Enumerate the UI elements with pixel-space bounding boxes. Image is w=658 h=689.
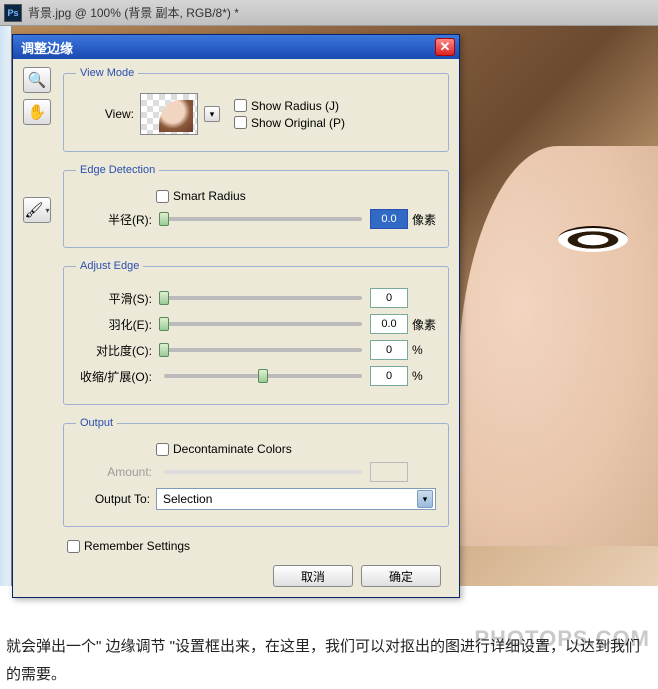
edge-detection-legend: Edge Detection xyxy=(76,164,159,176)
edge-detection-group: Edge Detection Smart Radius 半径(R): 像素 xyxy=(63,164,449,248)
close-button[interactable]: ✕ xyxy=(435,38,455,56)
output-to-value: Selection xyxy=(163,492,212,506)
adjust-edge-legend: Adjust Edge xyxy=(76,260,143,272)
amount-slider xyxy=(164,470,362,474)
contrast-slider[interactable] xyxy=(164,348,362,352)
output-to-label: Output To: xyxy=(76,492,156,506)
radius-label: 半径(R): xyxy=(76,211,156,228)
output-group: Output Decontaminate Colors Amount: Outp… xyxy=(63,417,449,527)
smooth-label: 平滑(S): xyxy=(76,290,156,307)
feather-unit: 像素 xyxy=(408,316,436,333)
shift-thumb[interactable] xyxy=(258,369,268,383)
show-original-label: Show Original (P) xyxy=(251,116,345,130)
chevron-down-icon[interactable]: ▾ xyxy=(417,490,433,508)
document-title: 背景.jpg @ 100% (背景 副本, RGB/8*) * xyxy=(28,4,239,21)
smart-radius-input[interactable] xyxy=(156,190,169,203)
decontaminate-checkbox[interactable]: Decontaminate Colors xyxy=(156,442,436,456)
radius-slider-thumb[interactable] xyxy=(159,212,169,226)
shift-input[interactable] xyxy=(370,366,408,386)
remember-label: Remember Settings xyxy=(84,539,190,553)
shift-label: 收缩/扩展(O): xyxy=(76,368,156,385)
smooth-slider[interactable] xyxy=(164,296,362,300)
canvas-edge xyxy=(0,26,12,586)
view-label: View: xyxy=(76,107,140,121)
show-radius-input[interactable] xyxy=(234,99,247,112)
feather-label: 羽化(E): xyxy=(76,316,156,333)
shift-slider[interactable] xyxy=(164,374,362,378)
radius-slider[interactable] xyxy=(164,217,362,221)
output-legend: Output xyxy=(76,417,117,429)
app-titlebar: Ps 背景.jpg @ 100% (背景 副本, RGB/8*) * xyxy=(0,0,658,26)
cancel-button[interactable]: 取消 xyxy=(273,565,353,587)
show-original-input[interactable] xyxy=(234,116,247,129)
smooth-thumb[interactable] xyxy=(159,291,169,305)
caption-text: 就会弹出一个" 边缘调节 "设置框出来，在这里，我们可以对抠出的图进行详细设置，… xyxy=(6,633,652,689)
face-region xyxy=(458,146,658,546)
remember-settings-checkbox[interactable]: Remember Settings xyxy=(63,539,449,553)
view-mode-legend: View Mode xyxy=(76,67,138,79)
refine-edge-dialog: 调整边缘 ✕ 🔍 ✋ 🖌▾ View Mode View: ▾ Show Rad… xyxy=(12,34,460,598)
refine-brush-button[interactable]: 🖌▾ xyxy=(23,197,51,223)
decontaminate-label: Decontaminate Colors xyxy=(173,442,292,456)
contrast-unit: % xyxy=(408,343,436,357)
show-original-checkbox[interactable]: Show Original (P) xyxy=(234,116,345,130)
radius-input[interactable] xyxy=(370,209,408,229)
amount-input xyxy=(370,462,408,482)
show-radius-checkbox[interactable]: Show Radius (J) xyxy=(234,99,345,113)
smooth-input[interactable] xyxy=(370,288,408,308)
feather-thumb[interactable] xyxy=(159,317,169,331)
view-mode-group: View Mode View: ▾ Show Radius (J) Show O… xyxy=(63,67,449,152)
shift-unit: % xyxy=(408,369,436,383)
feather-slider[interactable] xyxy=(164,322,362,326)
hand-tool-button[interactable]: ✋ xyxy=(23,99,51,125)
zoom-tool-button[interactable]: 🔍 xyxy=(23,67,51,93)
radius-unit: 像素 xyxy=(408,211,436,228)
show-radius-label: Show Radius (J) xyxy=(251,99,339,113)
eye-region xyxy=(558,226,628,252)
dialog-titlebar[interactable]: 调整边缘 ✕ xyxy=(13,35,459,59)
remember-input[interactable] xyxy=(67,540,80,553)
contrast-input[interactable] xyxy=(370,340,408,360)
smart-radius-label: Smart Radius xyxy=(173,189,246,203)
decontaminate-input[interactable] xyxy=(156,443,169,456)
view-thumbnail[interactable] xyxy=(140,93,198,135)
adjust-edge-group: Adjust Edge 平滑(S): 羽化(E): 像素 对比度(C): xyxy=(63,260,449,405)
smart-radius-checkbox[interactable]: Smart Radius xyxy=(156,189,436,203)
hand-icon: ✋ xyxy=(28,103,47,121)
amount-label: Amount: xyxy=(76,465,156,479)
magnifier-icon: 🔍 xyxy=(28,71,47,89)
brush-icon: 🖌 xyxy=(24,201,43,219)
contrast-label: 对比度(C): xyxy=(76,342,156,359)
output-to-select[interactable]: Selection ▾ xyxy=(156,488,436,510)
dialog-title: 调整边缘 xyxy=(17,38,73,57)
chevron-down-icon: ▾ xyxy=(46,206,50,215)
feather-input[interactable] xyxy=(370,314,408,334)
chevron-down-icon: ▾ xyxy=(210,109,215,120)
ok-button[interactable]: 确定 xyxy=(361,565,441,587)
app-icon: Ps xyxy=(4,4,22,22)
contrast-thumb[interactable] xyxy=(159,343,169,357)
view-dropdown-button[interactable]: ▾ xyxy=(204,106,220,122)
